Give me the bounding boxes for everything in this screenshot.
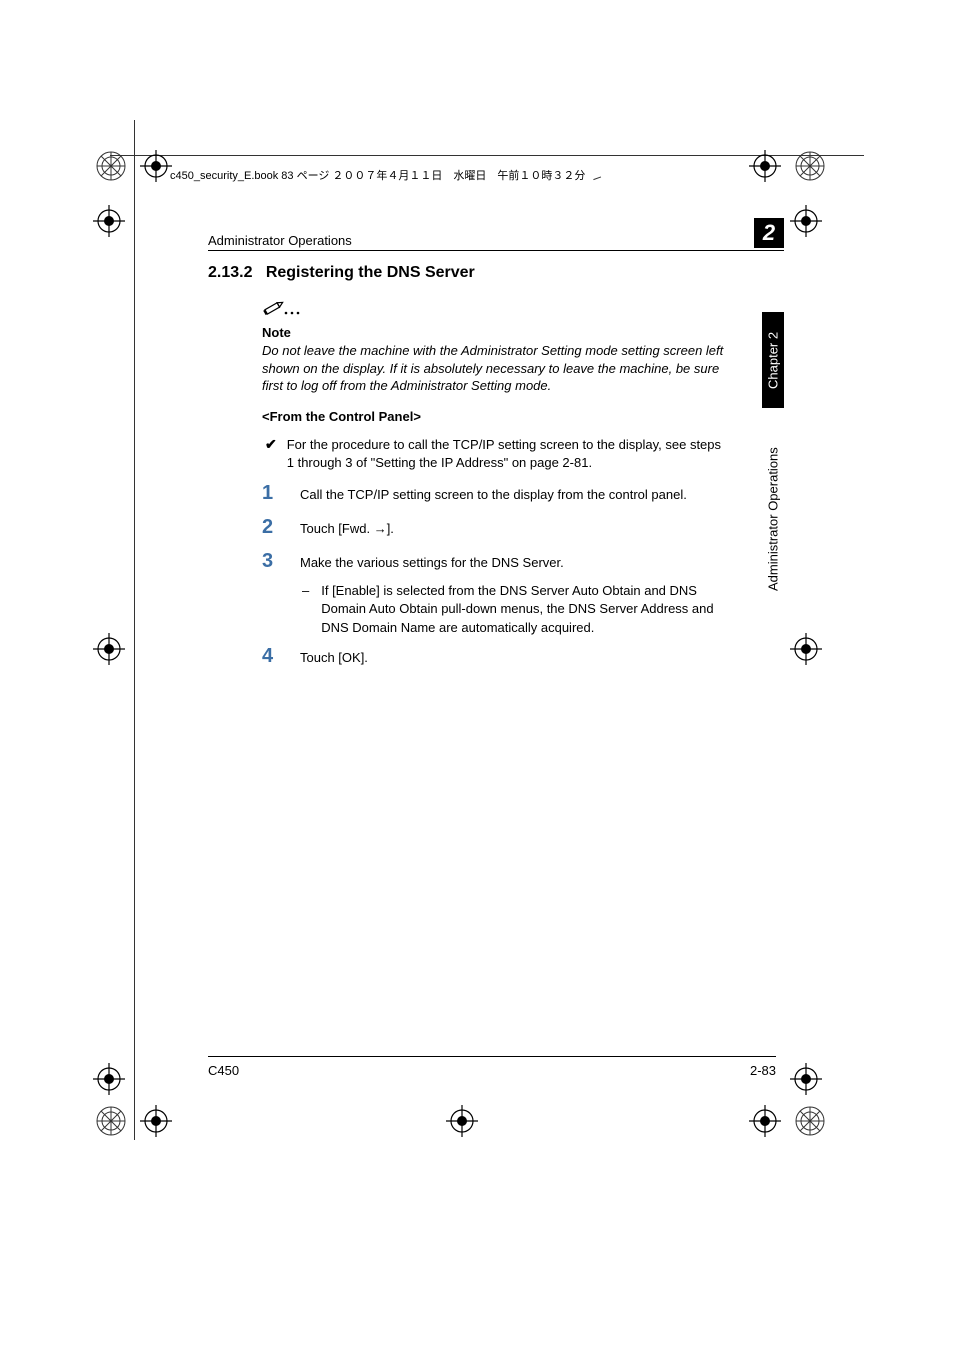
step-number: 1 — [262, 482, 300, 505]
regmark-icon — [790, 1063, 822, 1095]
step-3-sub-text: If [Enable] is selected from the DNS Ser… — [321, 582, 729, 637]
pencil-icon — [262, 298, 302, 323]
check-item-text: For the procedure to call the TCP/IP set… — [287, 436, 729, 472]
section-header-text: Administrator Operations — [208, 233, 352, 248]
side-tab-chapter: Chapter 2 — [762, 312, 784, 408]
regmark-icon — [790, 205, 822, 237]
regmark-icon — [93, 1063, 125, 1095]
regmark-icon — [790, 633, 822, 665]
regmark-icon — [140, 1105, 172, 1137]
step-number: 2 — [262, 516, 300, 539]
dash-icon: – — [302, 582, 309, 637]
note-label: Note — [262, 325, 729, 340]
footer: C450 2-83 — [208, 1056, 776, 1078]
step-3-main: Make the various settings for the DNS Se… — [300, 555, 564, 570]
regmark-icon — [93, 633, 125, 665]
step-3-subitem: – If [Enable] is selected from the DNS S… — [302, 582, 729, 637]
side-tab-operations: Administrator Operations — [762, 418, 784, 620]
note-body: Do not leave the machine with the Admini… — [262, 342, 729, 395]
section-title-text: Registering the DNS Server — [266, 264, 475, 281]
regmark-icon — [749, 1105, 781, 1137]
step-text: Make the various settings for the DNS Se… — [300, 550, 729, 637]
step-text: Touch [OK]. — [300, 645, 368, 667]
subheading: <From the Control Panel> — [262, 409, 421, 424]
footer-page-number: 2-83 — [750, 1063, 776, 1078]
starburst-icon — [794, 150, 826, 187]
regmark-icon — [749, 150, 781, 182]
step-3: 3 Make the various settings for the DNS … — [262, 550, 729, 637]
header-decoration — [591, 170, 601, 180]
chapter-number-box: 2 — [754, 218, 784, 248]
step-number: 4 — [262, 645, 300, 668]
section-title: 2.13.2 Registering the DNS Server — [208, 264, 475, 282]
note-block: Note Do not leave the machine with the A… — [262, 298, 729, 395]
starburst-icon — [95, 150, 127, 187]
step-1: 1 Call the TCP/IP setting screen to the … — [262, 482, 729, 505]
step-2: 2 Touch [Fwd. →]. — [262, 516, 729, 539]
regmark-icon — [446, 1105, 478, 1137]
starburst-icon — [95, 1105, 127, 1142]
check-item: ✔ For the procedure to call the TCP/IP s… — [265, 436, 729, 472]
regmark-icon — [93, 205, 125, 237]
crop-line-left — [134, 120, 135, 1140]
checkmark-icon: ✔ — [265, 436, 277, 472]
step-number: 3 — [262, 550, 300, 573]
footer-model: C450 — [208, 1063, 239, 1078]
regmark-icon — [140, 150, 172, 182]
step-text: Touch [Fwd. →]. — [300, 516, 394, 538]
section-header: Administrator Operations 2 — [208, 218, 784, 251]
section-title-number: 2.13.2 — [208, 264, 252, 281]
starburst-icon — [794, 1105, 826, 1142]
step-4: 4 Touch [OK]. — [262, 645, 729, 668]
page-header-info: c450_security_E.book 83 ページ ２００７年４月１１日 水… — [170, 167, 600, 183]
page-header-text: c450_security_E.book 83 ページ ２００７年４月１１日 水… — [170, 170, 585, 182]
step-text: Call the TCP/IP setting screen to the di… — [300, 482, 687, 504]
